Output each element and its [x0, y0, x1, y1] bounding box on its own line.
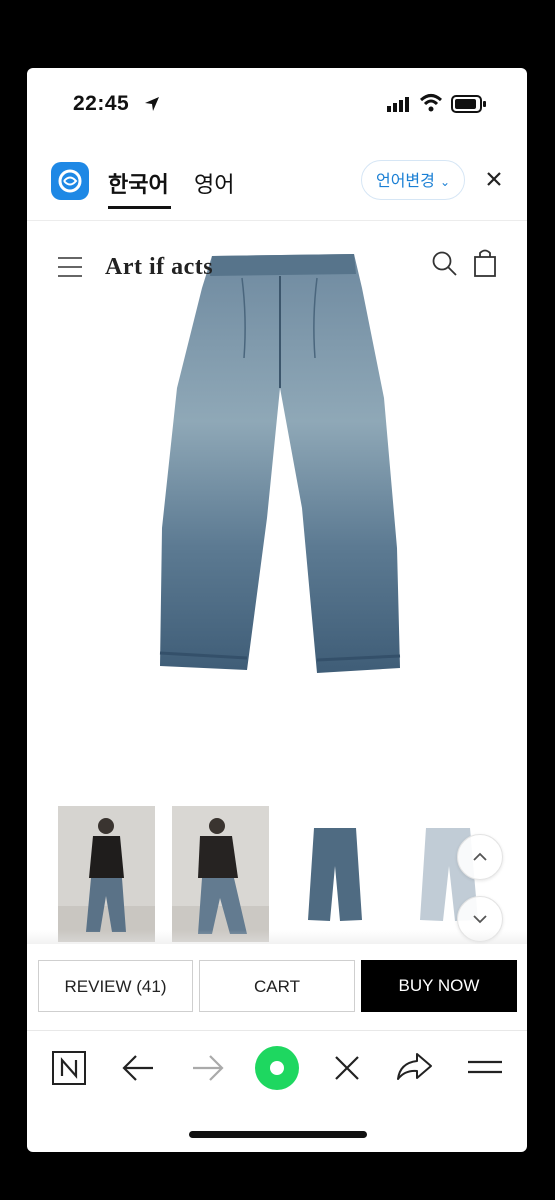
- scroll-up-button[interactable]: [457, 834, 503, 880]
- forward-arrow-icon[interactable]: [191, 1053, 225, 1083]
- hamburger-menu-icon[interactable]: [57, 254, 83, 280]
- share-icon[interactable]: [395, 1051, 433, 1083]
- buy-now-button[interactable]: BUY NOW: [361, 960, 517, 1012]
- papago-logo: [51, 162, 89, 200]
- location-arrow-icon: [145, 97, 159, 111]
- thumbnail-3[interactable]: [286, 806, 383, 942]
- model-photo-1: [58, 818, 155, 942]
- model-photo-2: [172, 818, 269, 942]
- translate-bar: 한국어 영어 언어변경 ⌄: [27, 150, 527, 221]
- site-logo[interactable]: Art if acts: [105, 254, 213, 281]
- home-indicator[interactable]: [189, 1131, 367, 1138]
- chevron-up-icon: [473, 852, 487, 861]
- thumbnail-1[interactable]: [58, 806, 155, 942]
- purchase-action-bar: REVIEW (41) CART BUY NOW: [27, 944, 527, 1031]
- shopping-bag-icon[interactable]: [473, 248, 497, 278]
- tab-english[interactable]: 영어: [194, 167, 234, 199]
- battery-icon: [451, 95, 486, 113]
- search-icon[interactable]: [431, 250, 459, 278]
- tab-korean[interactable]: 한국어: [108, 167, 169, 199]
- change-language-button[interactable]: 언어변경 ⌄: [361, 160, 465, 200]
- change-language-label: 언어변경: [375, 171, 435, 190]
- browser-toolbar: [27, 1031, 527, 1111]
- product-image[interactable]: [152, 248, 402, 678]
- back-arrow-icon[interactable]: [121, 1053, 155, 1083]
- n-icon[interactable]: [51, 1050, 87, 1086]
- green-circle-icon[interactable]: [254, 1045, 300, 1091]
- review-button[interactable]: REVIEW (41): [38, 960, 193, 1012]
- jeans-photo-3: [308, 828, 362, 921]
- close-icon[interactable]: [484, 169, 504, 189]
- wifi-icon: [419, 94, 443, 112]
- chevron-down-icon: ⌄: [439, 175, 451, 189]
- active-tab-underline: [108, 206, 171, 209]
- phone-screen: 22:45 한국어 영어 언어변경 ⌄ Art if acts REVIEW (…: [27, 68, 527, 1152]
- status-time: 22:45: [73, 92, 130, 115]
- papago-icon: [58, 169, 82, 193]
- signal-icon: [387, 97, 409, 112]
- cart-button[interactable]: CART: [199, 960, 355, 1012]
- menu-icon[interactable]: [467, 1056, 503, 1078]
- status-bar: 22:45: [27, 68, 527, 140]
- close-icon[interactable]: [332, 1053, 362, 1083]
- thumbnail-2[interactable]: [172, 806, 269, 942]
